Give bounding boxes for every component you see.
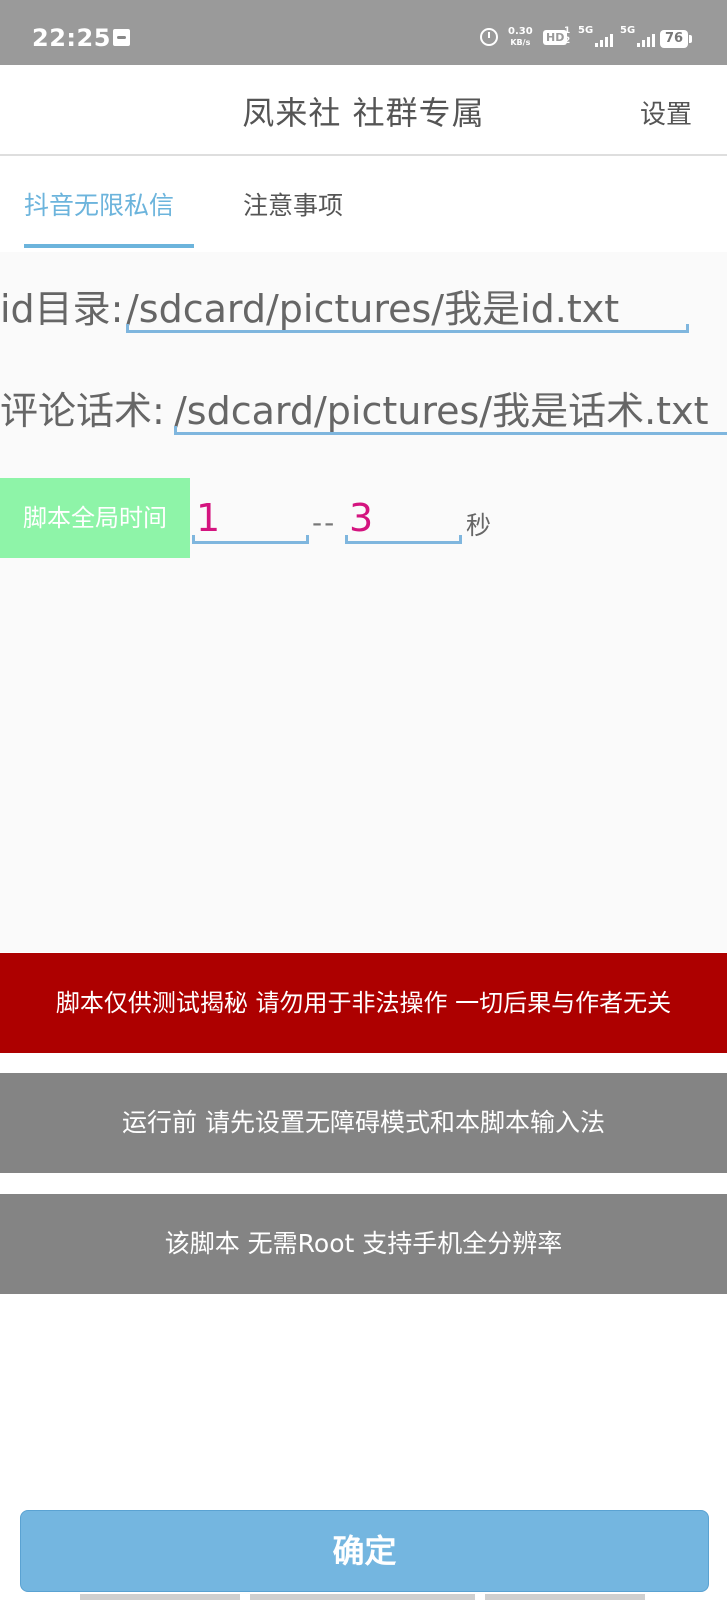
root-notice-banner: 该脚本 无需Root 支持手机全分辨率	[0, 1194, 727, 1294]
time-max-input[interactable]: 3	[345, 496, 462, 544]
settings-button[interactable]: 设置	[640, 94, 692, 131]
clock: 22:25	[32, 24, 111, 52]
network-speed-value: 0.30	[508, 26, 533, 37]
header-divider	[0, 154, 727, 156]
tab-notes[interactable]: 注意事项	[243, 186, 343, 222]
time-separator: --	[312, 506, 337, 539]
nav-bar-segment	[80, 1594, 240, 1600]
tab-douyin-dm[interactable]: 抖音无限私信	[24, 186, 174, 222]
form-panel	[0, 252, 727, 952]
sim-indicator: 1 2	[564, 26, 571, 46]
network-speed: 0.30 KB/s	[508, 26, 533, 48]
page-title: 凤来社 社群专属	[242, 94, 485, 132]
confirm-button[interactable]: 确定	[20, 1510, 709, 1592]
network-speed-unit: KB/s	[510, 38, 531, 47]
battery-icon: 76	[660, 30, 692, 48]
active-tab-indicator	[24, 244, 194, 248]
signal-icon: 5G	[620, 25, 656, 47]
time-unit-label: 秒	[466, 511, 492, 540]
nav-bar-segment	[485, 1594, 645, 1600]
comment-path-input[interactable]: /sdcard/pictures/我是话术.txt	[174, 380, 727, 435]
notification-icon	[113, 29, 130, 46]
signal-label: 5G	[620, 25, 636, 36]
global-time-label: 脚本全局时间	[0, 478, 190, 558]
status-bar: 22:25 0.30 KB/s HD 1 2 5G 5G 76	[0, 0, 727, 65]
nav-bar-segment	[250, 1594, 475, 1600]
alarm-icon	[480, 28, 498, 46]
time-min-input[interactable]: 1	[192, 496, 309, 544]
disclaimer-banner: 脚本仅供测试揭秘 请勿用于非法操作 一切后果与作者无关	[0, 953, 727, 1053]
comment-path-label: 评论话术:	[0, 389, 165, 433]
signal-label: 5G	[578, 25, 594, 36]
signal-icon: 5G	[578, 25, 614, 47]
signal-bars	[637, 33, 656, 47]
signal-bars	[595, 33, 614, 47]
id-path-input[interactable]: /sdcard/pictures/我是id.txt	[126, 278, 689, 333]
id-path-label: id目录:	[0, 287, 124, 331]
setup-notice-banner: 运行前 请先设置无障碍模式和本脚本输入法	[0, 1073, 727, 1173]
